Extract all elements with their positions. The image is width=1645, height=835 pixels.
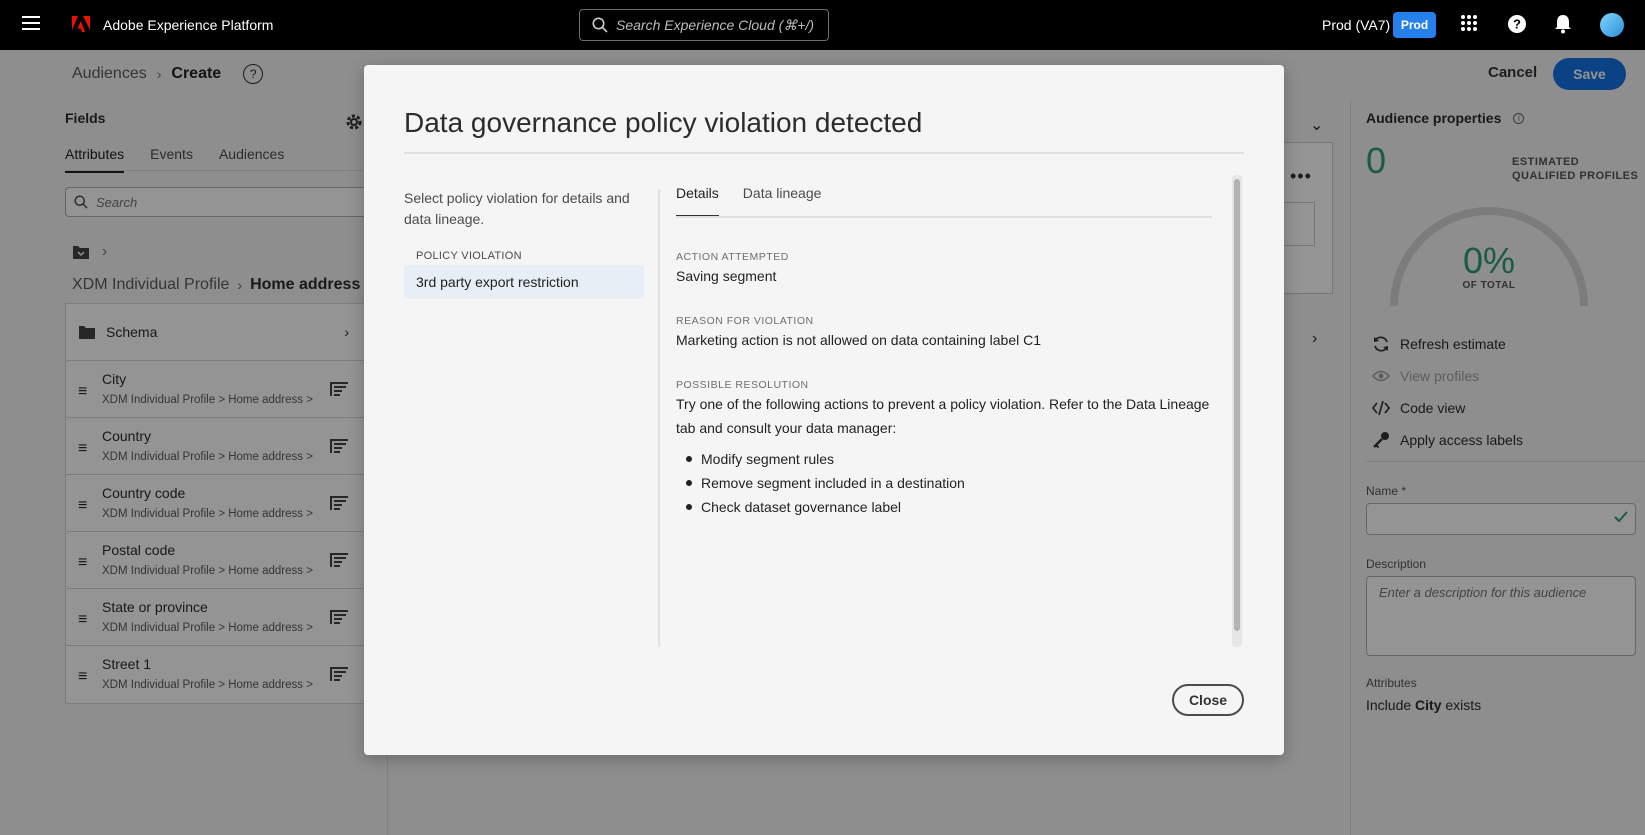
- dialog-column-divider: [658, 189, 660, 647]
- close-button[interactable]: Close: [1172, 684, 1244, 716]
- help-icon[interactable]: ?: [1507, 14, 1527, 34]
- apps-grid-icon[interactable]: [1460, 14, 1478, 32]
- svg-text:?: ?: [1513, 17, 1521, 32]
- list-item: Remove segment included in a destination: [676, 471, 965, 495]
- action-attempted-value: Saving segment: [676, 268, 777, 284]
- dialog-intro: Select policy violation for details and …: [404, 190, 630, 227]
- list-item: Check dataset governance label: [676, 495, 965, 519]
- policy-violation-dialog: Data governance policy violation detecte…: [364, 65, 1284, 755]
- resolution-text: Try one of the following actions to prev…: [676, 396, 1210, 436]
- tab-data-lineage[interactable]: Data lineage: [743, 185, 822, 217]
- global-search-input[interactable]: [616, 17, 816, 33]
- search-icon: [592, 17, 608, 33]
- resolution-label: POSSIBLE RESOLUTION: [676, 379, 809, 391]
- action-attempted-label: ACTION ATTEMPTED: [676, 251, 789, 263]
- tabs-divider: [676, 216, 1212, 218]
- notifications-bell-icon[interactable]: [1554, 14, 1572, 34]
- policy-violation-label: POLICY VIOLATION: [416, 250, 522, 262]
- adobe-logo-icon[interactable]: [72, 16, 90, 32]
- dialog-title: Data governance policy violation detecte…: [404, 107, 923, 138]
- scrollbar-thumb[interactable]: [1234, 179, 1240, 631]
- tab-details[interactable]: Details: [676, 185, 719, 217]
- detail-tabs: Details Data lineage: [676, 185, 821, 217]
- top-bar: Adobe Experience Platform Prod (VA7) Pro…: [0, 0, 1645, 50]
- org-switcher[interactable]: Prod (VA7): [1322, 17, 1390, 33]
- menu-icon[interactable]: [22, 16, 40, 32]
- list-item: Modify segment rules: [676, 447, 965, 471]
- global-search[interactable]: [579, 9, 829, 41]
- policy-violation-item[interactable]: 3rd party export restriction: [404, 265, 644, 299]
- dialog-divider: [404, 152, 1244, 154]
- env-badge[interactable]: Prod: [1393, 12, 1436, 38]
- resolution-list: Modify segment rules Remove segment incl…: [676, 447, 965, 519]
- avatar[interactable]: [1600, 13, 1624, 37]
- reason-value: Marketing action is not allowed on data …: [676, 332, 1042, 348]
- app-title[interactable]: Adobe Experience Platform: [103, 17, 273, 33]
- reason-label: REASON FOR VIOLATION: [676, 315, 814, 327]
